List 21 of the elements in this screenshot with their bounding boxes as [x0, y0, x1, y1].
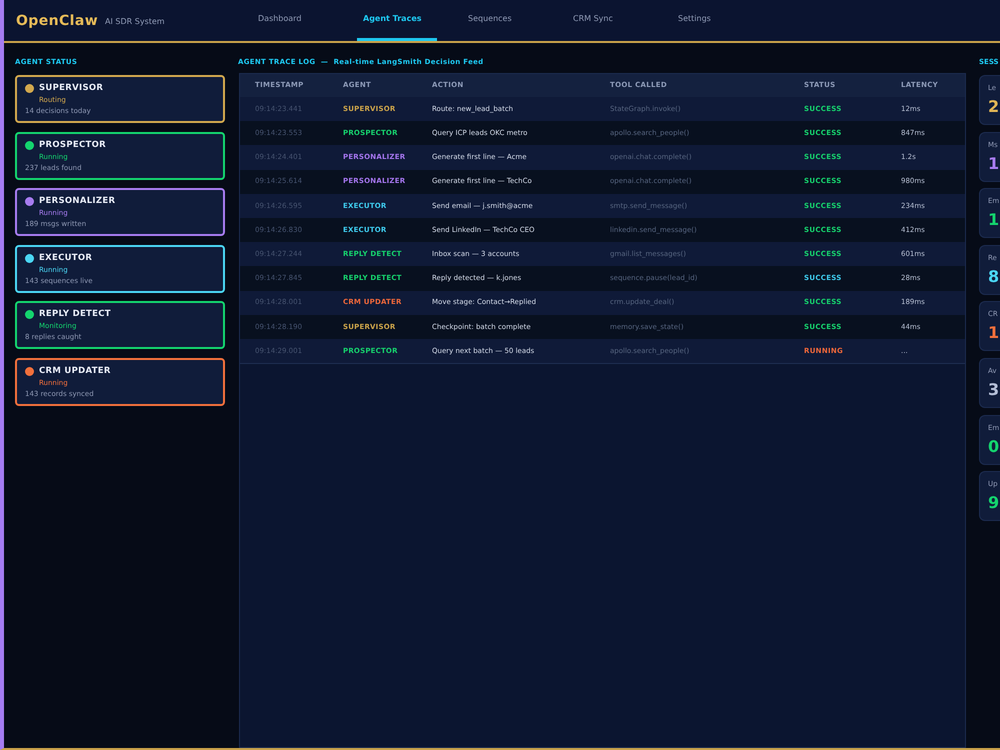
- agent-name: PROSPECTOR: [39, 140, 106, 151]
- stat-value: 0: [988, 436, 1000, 456]
- agent-name: PERSONALIZER: [39, 196, 116, 208]
- nav-tab[interactable]: Settings: [672, 0, 752, 41]
- stat-value: 1: [988, 154, 1000, 173]
- nav-tab[interactable]: Dashboard: [252, 0, 332, 41]
- stat-value: 3: [988, 380, 1000, 399]
- agent-name: SUPERVISOR: [39, 83, 104, 94]
- agent-name: EXECUTOR: [39, 252, 92, 264]
- agent-name: REPLY DETECT: [39, 309, 111, 320]
- nav-tab[interactable]: CRM Sync: [567, 0, 647, 41]
- nav-tab[interactable]: Sequences: [462, 0, 542, 41]
- agent-name: CRM UPDATER: [39, 366, 111, 377]
- stat-value: 1: [988, 210, 1000, 230]
- brand-name: OpenClaw: [16, 12, 98, 30]
- stat-value: 1: [988, 323, 1000, 342]
- brand-tagline: AI SDR System: [105, 16, 165, 26]
- stat-value: 9: [988, 493, 1000, 512]
- stat-value: 2: [988, 97, 1000, 116]
- nav-tab[interactable]: Agent Traces: [357, 0, 437, 41]
- stat-value: 8: [988, 266, 1000, 286]
